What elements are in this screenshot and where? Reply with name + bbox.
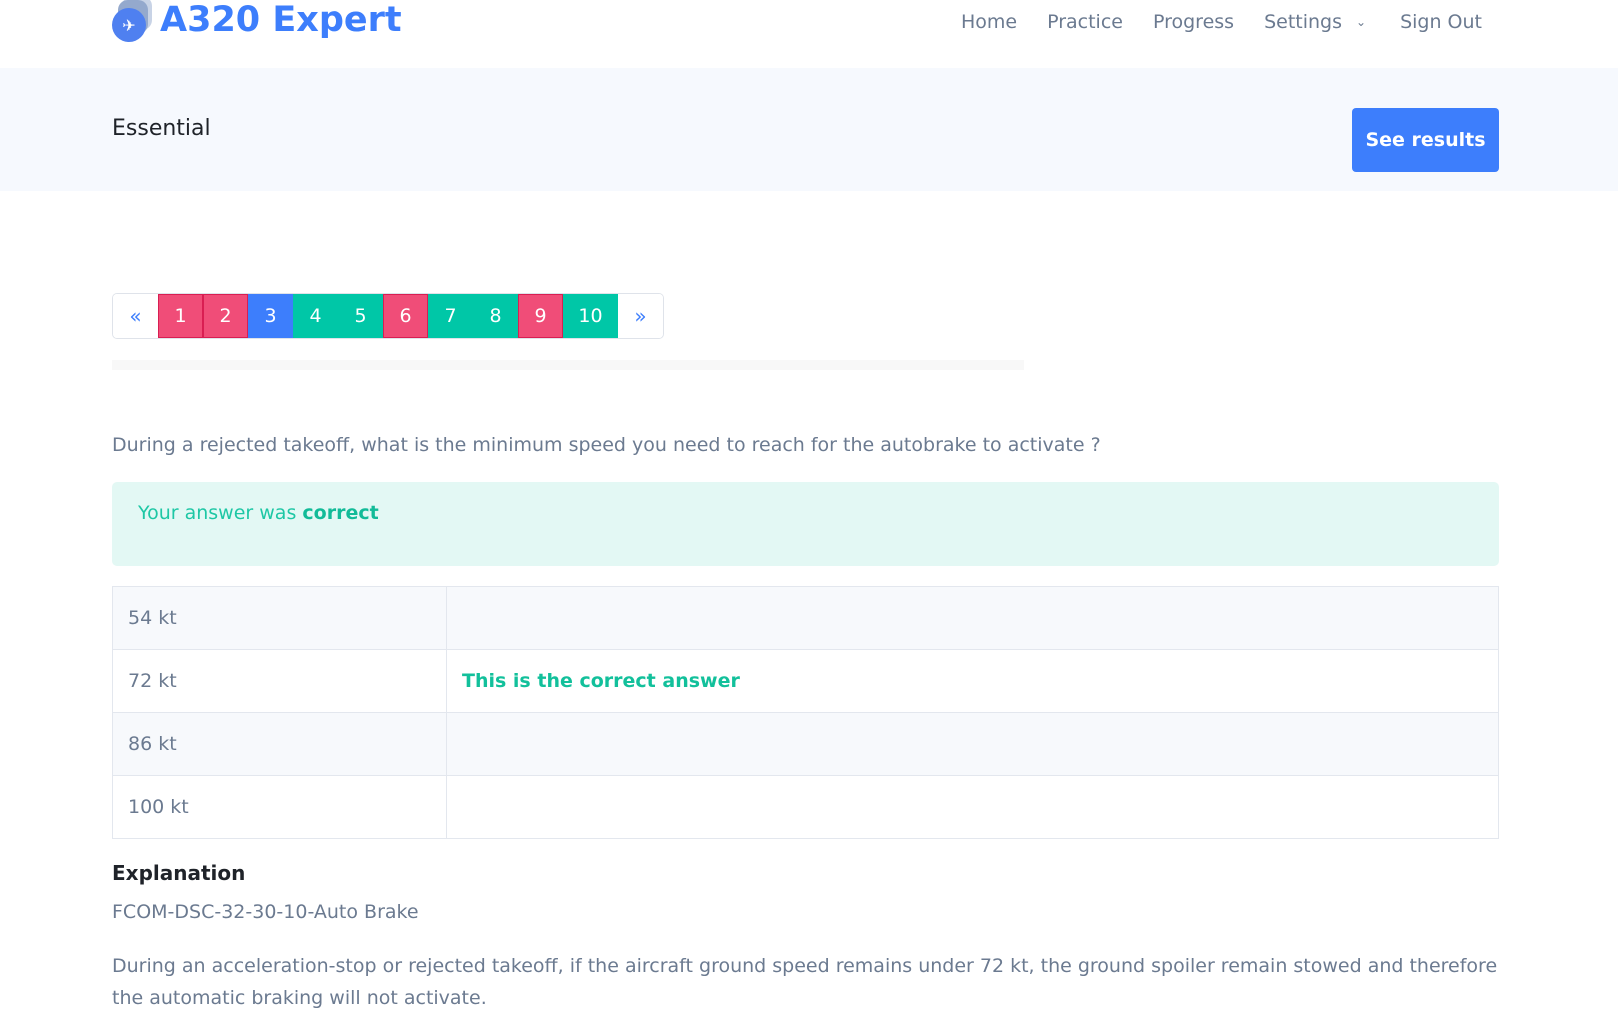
pagination-page[interactable]: 8 — [473, 294, 518, 338]
nav-sign-out[interactable]: Sign Out — [1400, 11, 1482, 33]
answer-row: 86 kt — [112, 712, 1499, 776]
explanation-heading: Explanation — [112, 861, 246, 885]
answer-feedback — [446, 586, 1499, 650]
nav-settings-label: Settings — [1264, 11, 1342, 33]
brand-logo: ✈ — [112, 0, 156, 42]
pagination-page[interactable]: 1 — [158, 294, 203, 338]
pagination-next[interactable]: » — [618, 294, 663, 338]
nav-home[interactable]: Home — [961, 11, 1017, 33]
page-header: Essential See results — [0, 68, 1618, 191]
nav-settings-dropdown[interactable]: Settings ⌄ — [1264, 11, 1370, 33]
pagination-page[interactable]: 5 — [338, 294, 383, 338]
question-text: During a rejected takeoff, what is the m… — [112, 434, 1101, 456]
pagination-page-current[interactable]: 3 — [248, 294, 293, 338]
nav-links: Home Practice Progress Settings ⌄ Sign O… — [931, 6, 1482, 38]
answer-option: 86 kt — [112, 712, 447, 776]
brand-logo-link[interactable]: ✈ A320 Expert — [112, 0, 402, 48]
progress-track — [112, 360, 1024, 370]
navbar: ✈ A320 Expert Home Practice Progress Set… — [0, 0, 1618, 68]
explanation-body: During an acceleration-stop or rejected … — [112, 955, 1498, 1009]
answer-option: 100 kt — [112, 775, 447, 839]
pagination-page[interactable]: 9 — [518, 294, 563, 338]
answer-option: 72 kt — [112, 649, 447, 713]
answer-feedback — [446, 775, 1499, 839]
answer-option: 54 kt — [112, 586, 447, 650]
result-prefix: Your answer was — [138, 502, 303, 524]
see-results-button[interactable]: See results — [1352, 108, 1499, 172]
question-pagination: « 1 2 3 4 5 6 7 8 9 10 » — [112, 293, 664, 339]
chevron-down-icon: ⌄ — [1356, 15, 1367, 29]
answer-row: 72 kt This is the correct answer — [112, 649, 1499, 713]
progress-fill — [112, 360, 1024, 370]
page-title: Essential — [112, 116, 211, 141]
answer-feedback — [446, 712, 1499, 776]
pagination-page[interactable]: 7 — [428, 294, 473, 338]
result-alert: Your answer was correct — [112, 482, 1499, 566]
pagination-prev[interactable]: « — [113, 294, 158, 338]
nav-practice[interactable]: Practice — [1047, 11, 1123, 33]
pagination-page[interactable]: 2 — [203, 294, 248, 338]
airplane-icon: ✈ — [112, 8, 146, 42]
answer-feedback: This is the correct answer — [446, 649, 1499, 713]
answer-row: 100 kt — [112, 775, 1499, 839]
brand-name: A320 Expert — [160, 0, 402, 40]
answers-table: 54 kt 72 kt This is the correct answer 8… — [112, 586, 1499, 839]
pagination-page[interactable]: 10 — [563, 294, 618, 338]
pagination-page[interactable]: 4 — [293, 294, 338, 338]
answer-row: 54 kt — [112, 586, 1499, 650]
pagination-page[interactable]: 6 — [383, 294, 428, 338]
explanation-reference: FCOM-DSC-32-30-10-Auto Brake — [112, 901, 419, 923]
nav-progress[interactable]: Progress — [1153, 11, 1234, 33]
result-message: Your answer was correct — [138, 502, 379, 524]
result-verdict: correct — [302, 502, 379, 524]
